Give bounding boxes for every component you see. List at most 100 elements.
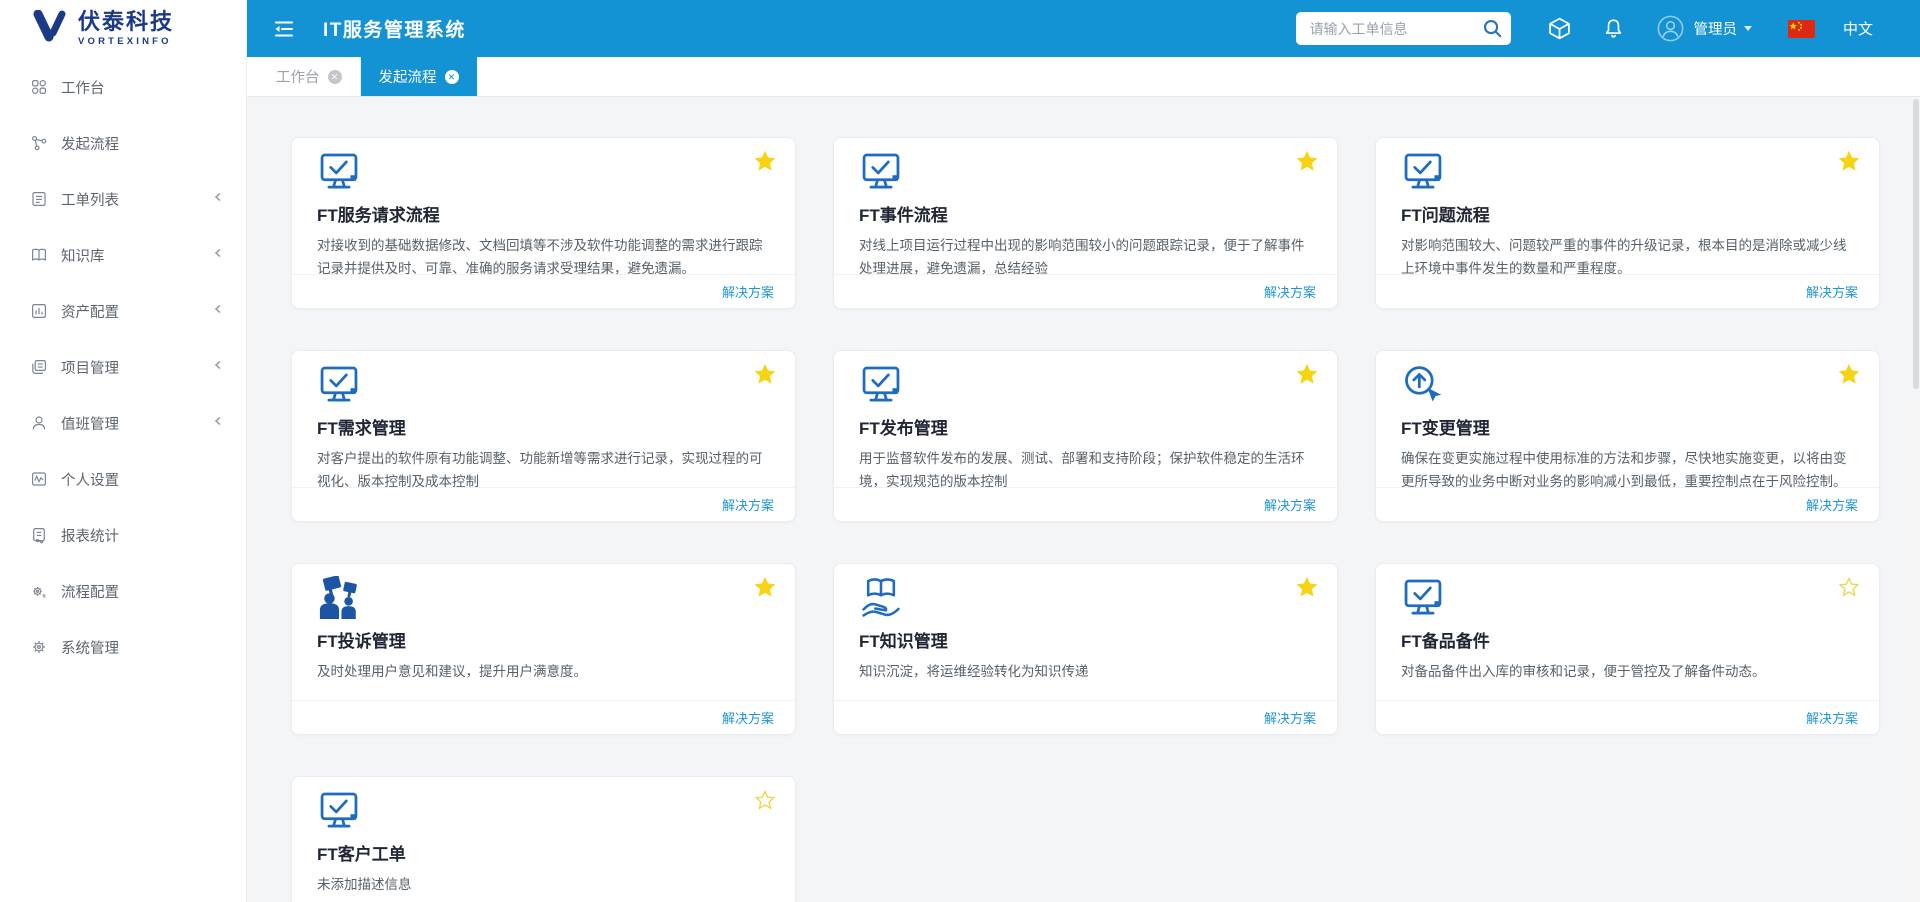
solution-link[interactable]: 解决方案: [1806, 708, 1858, 727]
share-nodes-icon: [30, 134, 48, 152]
brand-name: 伏泰科技: [78, 11, 174, 33]
solution-link[interactable]: 解决方案: [722, 495, 774, 514]
tab-initiate-process[interactable]: 发起流程 ✕: [361, 57, 477, 96]
language-switcher[interactable]: 中文: [1843, 18, 1873, 39]
card-description: 及时处理用户意见和建议，提升用户满意度。: [317, 660, 769, 683]
sidebar-item-personal-settings[interactable]: 个人设置: [0, 451, 246, 507]
search-icon[interactable]: [1481, 17, 1504, 45]
favorite-star-icon[interactable]: [1297, 364, 1317, 384]
card-title: FT需求管理: [317, 417, 769, 441]
change-cycle-icon: [1401, 363, 1853, 409]
process-card[interactable]: FT投诉管理 及时处理用户意见和建议，提升用户满意度。 解决方案: [291, 563, 796, 735]
sidebar-item-workbench[interactable]: 工作台: [0, 59, 246, 115]
sidebar-item-duty-management[interactable]: 值班管理: [0, 395, 246, 451]
sidebar-item-ticket-list[interactable]: 工单列表: [0, 171, 246, 227]
monitor-check-icon: [317, 789, 769, 835]
bell-icon[interactable]: [1602, 17, 1625, 40]
cube-icon[interactable]: [1547, 16, 1572, 41]
process-card[interactable]: FT客户工单 未添加描述信息 解决方案: [291, 776, 796, 902]
process-card[interactable]: FT变更管理 确保在变更实施过程中使用标准的方法和步骤，尽快地实施变更，以将由变…: [1375, 350, 1880, 522]
grid-icon: [30, 78, 48, 96]
scrollbar-thumb[interactable]: [1913, 99, 1919, 389]
sidebar: 伏泰科技 VORTEXINFO 工作台: [0, 0, 247, 902]
solution-link[interactable]: 解决方案: [1264, 495, 1316, 514]
solution-link[interactable]: 解决方案: [722, 708, 774, 727]
user-name[interactable]: 管理员: [1693, 18, 1737, 39]
chevron-left-icon[interactable]: [212, 415, 224, 431]
monitor-wave-icon: [30, 470, 48, 488]
bar-chart-icon: [30, 302, 48, 320]
monitor-check-icon: [859, 150, 1311, 196]
vertical-scrollbar[interactable]: [1912, 97, 1920, 902]
process-card[interactable]: FT服务请求流程 对接收到的基础数据修改、文档回填等不涉及软件功能调整的需求进行…: [291, 137, 796, 309]
collapse-menu-icon[interactable]: [272, 17, 296, 41]
card-title: FT客户工单: [317, 843, 769, 867]
sidebar-item-label: 值班管理: [61, 413, 119, 434]
solution-link[interactable]: 解决方案: [1264, 282, 1316, 301]
chevron-left-icon[interactable]: [212, 303, 224, 319]
card-title: FT知识管理: [859, 630, 1311, 654]
process-card[interactable]: FT需求管理 对客户提出的软件原有功能调整、功能新增等需求进行记录，实现过程的可…: [291, 350, 796, 522]
sidebar-item-label: 知识库: [61, 245, 105, 266]
process-card[interactable]: FT知识管理 知识沉淀，将运维经验转化为知识传递 解决方案: [833, 563, 1338, 735]
sidebar-item-system-management[interactable]: 系统管理: [0, 619, 246, 675]
favorite-star-icon[interactable]: [1839, 151, 1859, 171]
sidebar-item-process-config[interactable]: 流程配置: [0, 563, 246, 619]
card-title: FT事件流程: [859, 204, 1311, 228]
process-card[interactable]: FT事件流程 对线上项目运行过程中出现的影响范围较小的问题跟踪记录，便于了解事件…: [833, 137, 1338, 309]
card-title: FT变更管理: [1401, 417, 1853, 441]
chevron-left-icon[interactable]: [212, 247, 224, 263]
solution-link[interactable]: 解决方案: [1806, 282, 1858, 301]
card-title: FT服务请求流程: [317, 204, 769, 228]
sidebar-item-label: 个人设置: [61, 469, 119, 490]
sidebar-item-asset-config[interactable]: 资产配置: [0, 283, 246, 339]
book-icon: [30, 246, 48, 264]
monitor-check-icon: [1401, 576, 1853, 622]
sidebar-item-label: 工单列表: [61, 189, 119, 210]
avatar-icon[interactable]: [1657, 15, 1684, 42]
knowledge-book-icon: [859, 576, 1311, 622]
favorite-star-icon[interactable]: [1839, 364, 1859, 384]
person-icon: [30, 414, 48, 432]
ticket-search: [1296, 12, 1511, 45]
close-tab-icon[interactable]: ✕: [445, 70, 459, 84]
solution-link[interactable]: 解决方案: [1264, 708, 1316, 727]
chevron-down-icon[interactable]: [1744, 26, 1752, 31]
favorite-star-icon[interactable]: [755, 790, 775, 810]
complaint-people-icon: [317, 576, 769, 622]
favorite-star-icon[interactable]: [755, 577, 775, 597]
top-header: IT服务管理系统: [247, 0, 1920, 57]
sidebar-item-label: 报表统计: [61, 525, 119, 546]
monitor-check-icon: [317, 363, 769, 409]
tab-label: 工作台: [276, 66, 320, 87]
sidebar-item-knowledge-base[interactable]: 知识库: [0, 227, 246, 283]
chevron-left-icon[interactable]: [212, 359, 224, 375]
favorite-star-icon[interactable]: [755, 364, 775, 384]
china-flag-icon[interactable]: [1788, 20, 1815, 38]
favorite-star-icon[interactable]: [755, 151, 775, 171]
sidebar-item-project-management[interactable]: 项目管理: [0, 339, 246, 395]
process-card[interactable]: FT问题流程 对影响范围较大、问题较严重的事件的升级记录，根本目的是消除或减少线…: [1375, 137, 1880, 309]
solution-link[interactable]: 解决方案: [722, 282, 774, 301]
card-description: 对备品备件出入库的审核和记录，便于管控及了解备件动态。: [1401, 660, 1853, 683]
favorite-star-icon[interactable]: [1839, 577, 1859, 597]
favorite-star-icon[interactable]: [1297, 151, 1317, 171]
search-input[interactable]: [1296, 12, 1466, 45]
chevron-left-icon[interactable]: [212, 191, 224, 207]
sidebar-item-report-statistics[interactable]: 报表统计: [0, 507, 246, 563]
document-list-icon: [30, 190, 48, 208]
solution-link[interactable]: 解决方案: [1806, 495, 1858, 514]
main-content: FT服务请求流程 对接收到的基础数据修改、文档回填等不涉及软件功能调整的需求进行…: [247, 97, 1920, 902]
sidebar-item-label: 发起流程: [61, 133, 119, 154]
process-card-grid: FT服务请求流程 对接收到的基础数据修改、文档回填等不涉及软件功能调整的需求进行…: [291, 137, 1920, 902]
tab-workbench[interactable]: 工作台 ✕: [258, 57, 361, 96]
sidebar-item-label: 资产配置: [61, 301, 119, 322]
close-tab-icon[interactable]: ✕: [328, 70, 342, 84]
sidebar-item-label: 流程配置: [61, 581, 119, 602]
sidebar-item-label: 项目管理: [61, 357, 119, 378]
process-card[interactable]: FT发布管理 用于监督软件发布的发展、测试、部署和支持阶段；保护软件稳定的生活环…: [833, 350, 1338, 522]
sidebar-item-initiate-process[interactable]: 发起流程: [0, 115, 246, 171]
card-title: FT问题流程: [1401, 204, 1853, 228]
favorite-star-icon[interactable]: [1297, 577, 1317, 597]
process-card[interactable]: FT备品备件 对备品备件出入库的审核和记录，便于管控及了解备件动态。 解决方案: [1375, 563, 1880, 735]
